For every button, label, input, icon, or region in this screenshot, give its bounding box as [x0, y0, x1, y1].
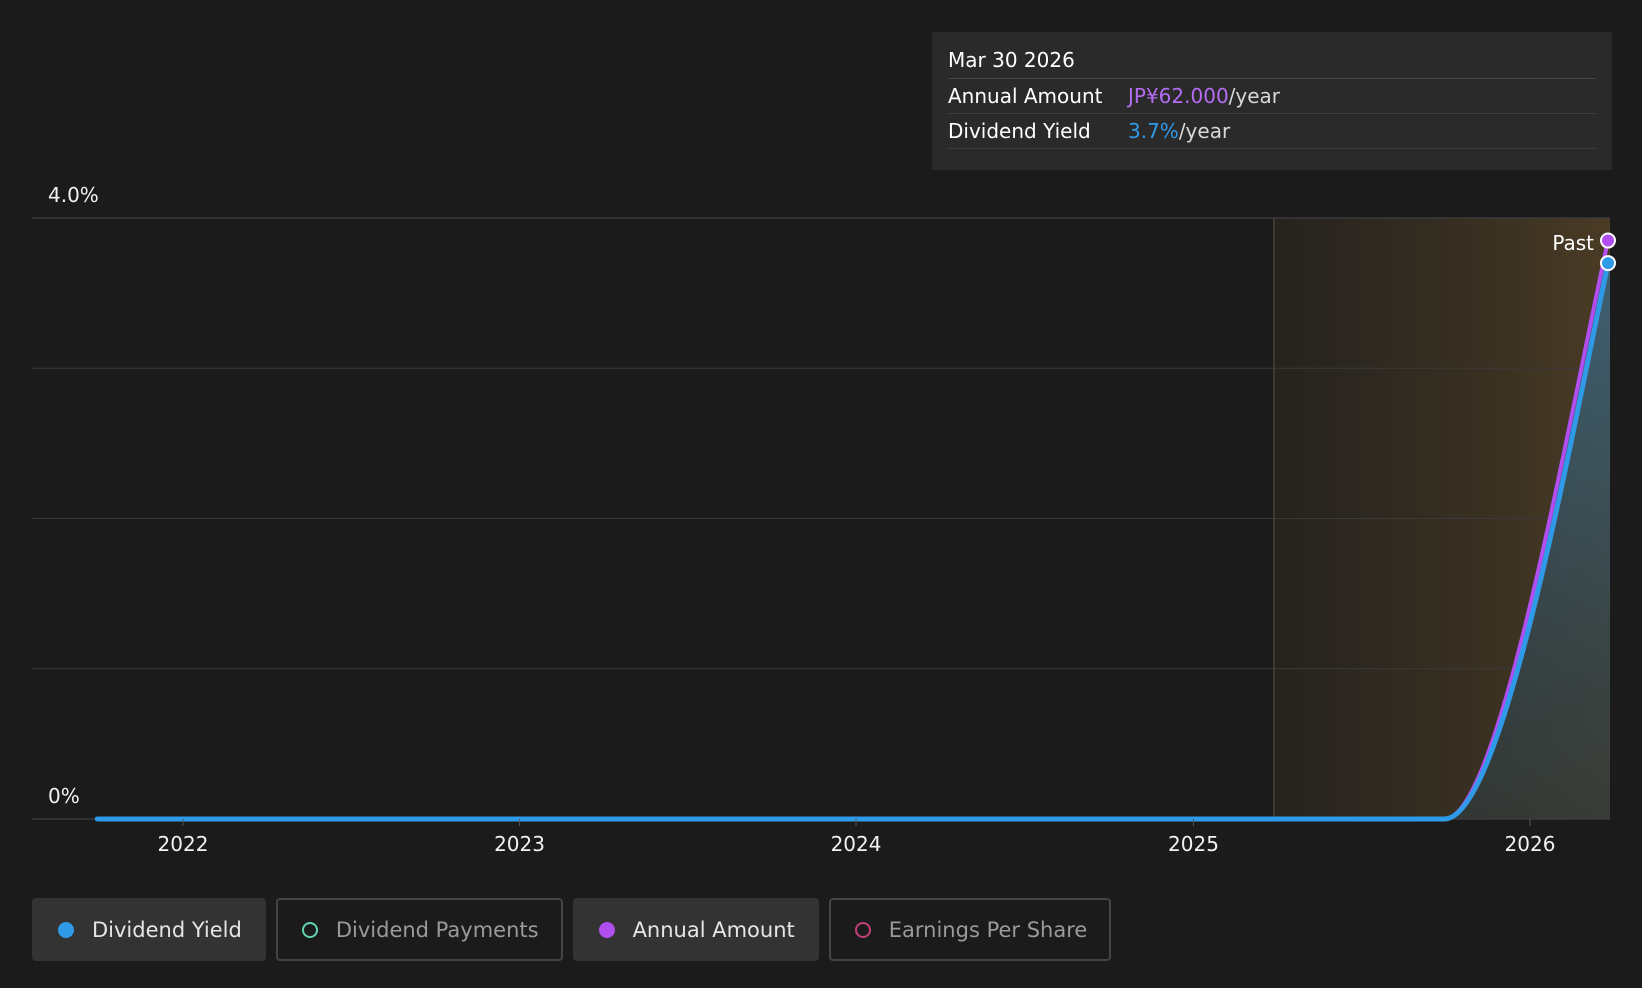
y-axis-ticks: 4.0% 0%: [48, 183, 99, 808]
x-axis-ticks: 2022 2023 2024 2025 2026: [158, 819, 1556, 856]
tooltip-dividend-yield-value: 3.7%: [1128, 119, 1179, 143]
legend-item-label: Dividend Payments: [335, 917, 539, 942]
dividend-yield-point: [1600, 255, 1616, 272]
y-tick-label: 0%: [48, 784, 80, 808]
legend-item-label: Annual Amount: [632, 917, 795, 942]
annual-amount-point: [1600, 232, 1616, 249]
legend-item-earnings-per-share[interactable]: Earnings Per Share: [828, 898, 1112, 961]
past-label: Past: [1552, 231, 1594, 255]
tooltip-annual-amount-unit: /year: [1228, 84, 1281, 108]
tooltip-date: Mar 30 2026: [948, 46, 1596, 79]
legend-item-label: Dividend Yield: [92, 917, 242, 942]
annual-amount-dot-icon: [598, 921, 615, 938]
tooltip-annual-amount-row: Annual Amount JP¥62.000/year: [948, 79, 1596, 114]
x-tick-label: 2023: [494, 832, 545, 856]
legend-item-annual-amount[interactable]: Annual Amount: [572, 898, 819, 961]
x-tick-label: 2022: [158, 832, 209, 856]
tooltip-annual-amount-value: JP¥62.000: [1128, 84, 1229, 108]
dividend-payments-ring-icon: [301, 921, 318, 938]
tooltip-dividend-yield-row: Dividend Yield 3.7%/year: [948, 114, 1596, 149]
earnings-per-share-ring-icon: [854, 921, 871, 938]
hover-tooltip: Mar 30 2026 Annual Amount JP¥62.000/year…: [932, 32, 1612, 170]
dividend-chart-widget: 4.0% 0% 2022 2023 2024 2025 2026 Past Mar 30 …: [0, 0, 1642, 988]
tooltip-dividend-yield-unit: /year: [1178, 119, 1231, 143]
legend-item-dividend-payments[interactable]: Dividend Payments: [275, 898, 563, 961]
x-tick-label: 2025: [1168, 832, 1219, 856]
chart-legend: Dividend Yield Dividend Payments Annual …: [32, 898, 1112, 962]
legend-item-dividend-yield[interactable]: Dividend Yield: [32, 898, 266, 961]
dividend-yield-dot-icon: [58, 921, 74, 938]
tooltip-dividend-yield-label: Dividend Yield: [948, 119, 1091, 143]
tooltip-annual-amount-label: Annual Amount: [948, 84, 1103, 108]
legend-item-label: Earnings Per Share: [888, 917, 1088, 942]
x-tick-label: 2026: [1505, 832, 1556, 856]
y-tick-label: 4.0%: [48, 183, 99, 207]
x-tick-label: 2024: [831, 832, 882, 856]
